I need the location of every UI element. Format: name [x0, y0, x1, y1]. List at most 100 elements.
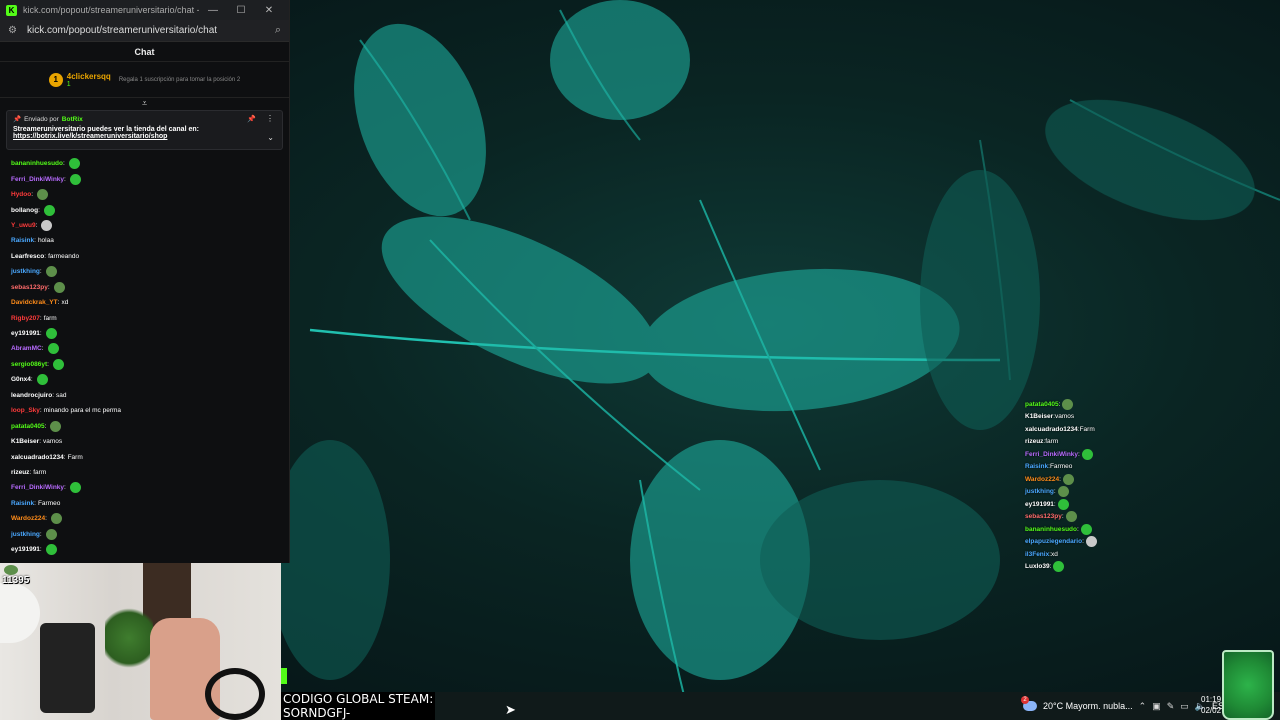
pinned-link[interactable]: https://botrix.live/k/streameruniversita… [13, 133, 276, 140]
frog-emote-icon [1062, 473, 1074, 485]
chat-separator: : [39, 530, 42, 538]
chat-separator: : [38, 206, 40, 214]
chat-username[interactable]: Ferri_DinkiWinky [1025, 451, 1078, 458]
tray-app-icon[interactable]: ▣ [1152, 701, 1161, 712]
chat-separator: : [1061, 513, 1064, 521]
chat-username[interactable]: Rigby207 [11, 315, 40, 322]
chat-message: justkhing: [11, 527, 278, 542]
chat-username[interactable]: leandrocjuiro [11, 392, 52, 399]
chat-username[interactable]: patata0405 [11, 423, 45, 430]
more-options-icon[interactable]: ⋮ [266, 114, 274, 123]
network-icon[interactable]: ▭ [1180, 701, 1189, 712]
chat-username[interactable]: loop_Sky [11, 407, 40, 414]
chat-username[interactable]: ey191991 [1025, 501, 1054, 508]
chat-message: AbramMC: [11, 341, 278, 356]
chat-username[interactable]: K1Beiser [1025, 413, 1053, 420]
chat-separator: : [1078, 450, 1080, 458]
chat-username[interactable]: Wardoz224 [11, 515, 45, 522]
close-button[interactable]: ✕ [255, 5, 283, 16]
chat-text: farm [33, 468, 47, 476]
chat-header: Chat [0, 42, 289, 62]
chat-username[interactable]: bananinhuesudo [11, 160, 63, 167]
chat-message: Luxlo39: [1025, 561, 1175, 574]
chat-username[interactable]: xalcuadrado1234 [1025, 426, 1078, 433]
chat-message: Ferri_DinkiWinky: [1025, 448, 1175, 461]
chat-username[interactable]: sergio086yt [11, 361, 47, 368]
chat-username[interactable]: Raisink [1025, 463, 1048, 470]
url-text[interactable]: kick.com/popout/streameruniversitario/ch… [27, 25, 275, 36]
chat-username[interactable]: elpapuziegendario [1025, 538, 1082, 545]
chat-separator: : [63, 453, 66, 461]
frog-emote-icon [37, 189, 49, 201]
green-emote-icon [45, 544, 57, 556]
frog-emote-icon [1065, 511, 1077, 523]
taskbar-clock[interactable]: 01:19 02/02 [1201, 694, 1221, 716]
maximize-button[interactable]: ☐ [227, 5, 255, 16]
steam-code-line2: SORNDGFJ- [283, 706, 351, 720]
chat-message: K1Beiser: vamos [1025, 411, 1175, 424]
chat-username[interactable]: patata0405 [1025, 401, 1059, 408]
gift-leaderboard[interactable]: 1 4clickersqq 1 Regala 1 suscripción par… [0, 62, 289, 98]
chat-username[interactable]: Raisink [11, 237, 34, 244]
bot-name[interactable]: BotRix [62, 116, 83, 123]
green-emote-icon [68, 158, 80, 170]
pinned-sender: 📌 Enviado por BotRix [13, 115, 276, 124]
pen-icon[interactable]: ✎ [1167, 701, 1175, 712]
search-icon[interactable]: ⌕ [275, 24, 281, 37]
green-emote-icon [45, 328, 57, 340]
chat-message: elpapuziegendario: [1025, 536, 1175, 549]
webcam-chair [40, 623, 95, 713]
chat-username[interactable]: G0nx4 [11, 376, 31, 383]
chat-username[interactable]: Ferri_DinkiWinky [11, 484, 64, 491]
chat-message: Hydoo: [11, 187, 278, 202]
chat-separator: : [64, 175, 66, 183]
chevron-up-icon[interactable]: ⌃ [1139, 701, 1147, 712]
chat-username[interactable]: Hydoo [11, 191, 31, 198]
kick-logo-icon: K [6, 4, 17, 16]
green-emote-icon [1080, 523, 1092, 535]
chat-message: sergio086yt: [11, 357, 278, 372]
chat-username[interactable]: bollanog [11, 207, 38, 214]
chat-username[interactable]: rizeuz [11, 469, 29, 476]
face-emote-icon [1085, 536, 1097, 548]
chat-message-list[interactable]: bananinhuesudo: Ferri_DinkiWinky: Hydoo: bo… [0, 152, 289, 557]
browser-titlebar: K kick.com/popout/streameruniversitario/… [0, 0, 289, 20]
chat-username[interactable]: Y_uwu9 [11, 222, 36, 229]
leaderboard-username: 4clickersqq [66, 71, 111, 81]
minimize-button[interactable]: — [199, 5, 227, 16]
rank-badge: 1 [48, 72, 63, 87]
clock-time: 01:19 [1201, 695, 1222, 704]
chat-username[interactable]: K1Beiser [11, 438, 39, 445]
chat-username[interactable]: justkhing [1025, 488, 1054, 495]
chat-username[interactable]: Learfresco [11, 253, 44, 260]
chat-message: Raisink: Farmeo [11, 496, 278, 511]
chat-username[interactable]: bananinhuesudo [1025, 526, 1077, 533]
chat-username[interactable]: Luxlo39 [1025, 563, 1050, 570]
site-settings-icon[interactable]: ⚙ [8, 25, 17, 36]
chat-username[interactable]: ey191991 [11, 330, 40, 337]
chat-username[interactable]: Ferri_DinkiWinky [11, 176, 64, 183]
headset [205, 668, 265, 720]
chat-username[interactable]: sebas123py [11, 284, 48, 291]
chat-username[interactable]: Davidckrak_YT [11, 299, 58, 306]
chat-username[interactable]: justkhing [11, 531, 40, 538]
chat-username[interactable]: sebas123py [1025, 513, 1062, 520]
chat-username[interactable]: xalcuadrado1234 [11, 454, 64, 461]
chat-username[interactable]: Raisink [11, 500, 34, 507]
chat-username[interactable]: rizeuz [1025, 438, 1043, 445]
chat-text: xd [1051, 550, 1058, 558]
address-bar[interactable]: ⚙ kick.com/popout/streameruniversitario/… [0, 20, 289, 42]
chat-text: xd [61, 299, 69, 307]
expand-chevron-icon[interactable]: ⌄ [267, 133, 274, 142]
weather-text[interactable]: 20°C Mayorm. nubla... [1043, 701, 1133, 711]
chat-username[interactable]: AbramMC [11, 345, 42, 352]
chat-username[interactable]: il3Fenix [1025, 551, 1049, 558]
chat-username[interactable]: justkhing [11, 268, 40, 275]
chat-separator: : [57, 299, 60, 307]
chat-separator: : [30, 376, 33, 384]
chat-username[interactable]: ey191991 [11, 546, 40, 553]
collapse-chevron-icon[interactable]: ⩡ [0, 98, 289, 108]
weather-icon[interactable]: 2 [1021, 696, 1037, 711]
unpin-icon[interactable]: 📌 [247, 115, 256, 123]
chat-username[interactable]: Wardoz224 [1025, 476, 1059, 483]
